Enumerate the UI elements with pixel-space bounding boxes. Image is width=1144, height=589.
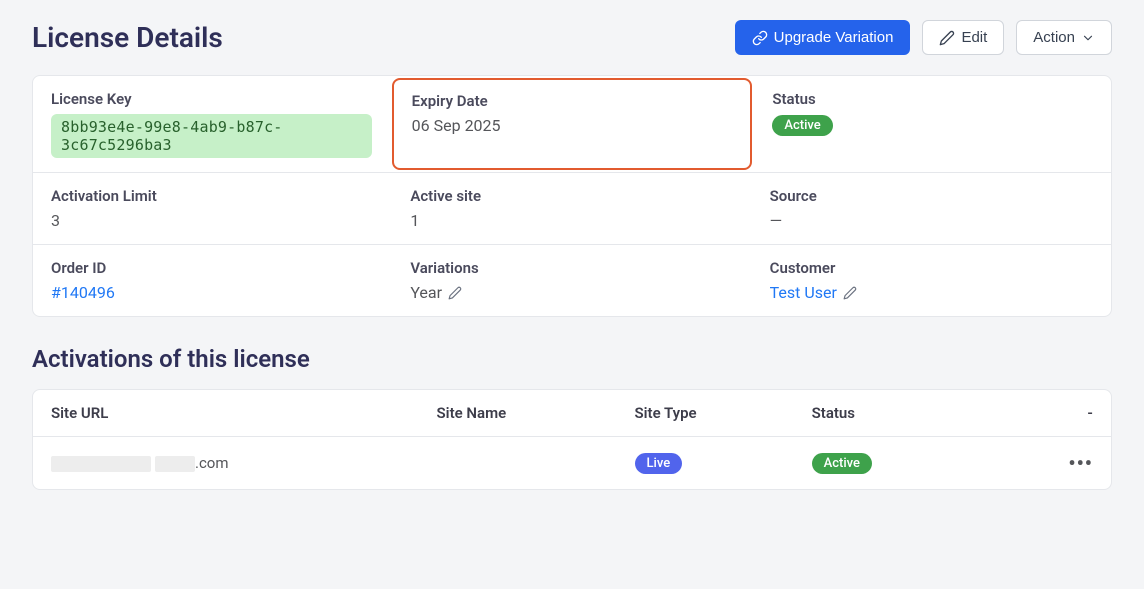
- pencil-icon: [939, 30, 955, 46]
- pencil-icon[interactable]: [448, 286, 462, 300]
- expiry-date-value: 06 Sep 2025: [412, 116, 733, 135]
- variations-cell: Variations Year: [392, 245, 751, 316]
- action-dropdown-button[interactable]: Action: [1016, 20, 1112, 55]
- row-actions-button[interactable]: •••: [1068, 451, 1093, 475]
- cell-actions: •••: [989, 451, 1093, 475]
- cell-site-url: .com: [51, 454, 437, 472]
- license-key-label: License Key: [51, 90, 372, 108]
- variations-label: Variations: [410, 259, 733, 277]
- source-cell: Source —: [752, 173, 1111, 244]
- order-id-cell: Order ID #140496: [33, 245, 392, 316]
- customer-label: Customer: [770, 259, 1093, 277]
- col-header-site-type: Site Type: [635, 404, 812, 422]
- active-site-value: 1: [410, 211, 733, 230]
- edit-label: Edit: [961, 29, 987, 46]
- source-value: —: [770, 211, 1093, 230]
- activations-table: Site URL Site Name Site Type Status - .c…: [32, 389, 1112, 490]
- variations-value: Year: [410, 283, 442, 302]
- upgrade-variation-button[interactable]: Upgrade Variation: [735, 20, 911, 55]
- page-title: License Details: [32, 21, 223, 54]
- status-cell: Status Active: [754, 76, 1111, 172]
- activation-limit-cell: Activation Limit 3: [33, 173, 392, 244]
- order-id-link[interactable]: #140496: [51, 283, 115, 302]
- upgrade-variation-label: Upgrade Variation: [774, 29, 894, 46]
- table-row: .com Live Active •••: [33, 437, 1111, 489]
- license-key-value[interactable]: 8bb93e4e-99e8-4ab9-b87c-3c67c5296ba3: [51, 114, 372, 158]
- customer-link[interactable]: Test User: [770, 283, 837, 302]
- col-header-status: Status: [812, 404, 989, 422]
- status-badge: Active: [772, 115, 832, 136]
- action-label: Action: [1033, 29, 1075, 46]
- redacted-block: [51, 456, 151, 472]
- pencil-icon[interactable]: [843, 286, 857, 300]
- order-id-label: Order ID: [51, 259, 374, 277]
- customer-cell: Customer Test User: [752, 245, 1111, 316]
- chevron-down-icon: [1081, 31, 1095, 45]
- license-key-cell: License Key 8bb93e4e-99e8-4ab9-b87c-3c67…: [33, 76, 390, 172]
- expiry-date-label: Expiry Date: [412, 92, 733, 110]
- edit-button[interactable]: Edit: [922, 20, 1004, 55]
- link-icon: [752, 30, 768, 46]
- cell-status: Active: [812, 453, 989, 474]
- site-type-badge: Live: [635, 453, 683, 474]
- activation-limit-label: Activation Limit: [51, 187, 374, 205]
- active-site-label: Active site: [410, 187, 733, 205]
- col-header-site-name: Site Name: [437, 404, 635, 422]
- table-header-row: Site URL Site Name Site Type Status -: [33, 390, 1111, 437]
- source-label: Source: [770, 187, 1093, 205]
- redacted-block: [155, 456, 195, 472]
- col-header-site-url: Site URL: [51, 404, 437, 422]
- activations-section-title: Activations of this license: [32, 345, 1112, 373]
- activation-status-badge: Active: [812, 453, 872, 474]
- license-details-card: License Key 8bb93e4e-99e8-4ab9-b87c-3c67…: [32, 75, 1112, 317]
- cell-site-type: Live: [635, 453, 812, 474]
- header-actions: Upgrade Variation Edit Action: [735, 20, 1112, 55]
- status-label: Status: [772, 90, 1093, 108]
- activation-limit-value: 3: [51, 211, 374, 230]
- active-site-cell: Active site 1: [392, 173, 751, 244]
- url-suffix: .com: [195, 454, 229, 472]
- col-header-actions: -: [989, 404, 1093, 422]
- expiry-date-cell: Expiry Date 06 Sep 2025: [392, 78, 753, 170]
